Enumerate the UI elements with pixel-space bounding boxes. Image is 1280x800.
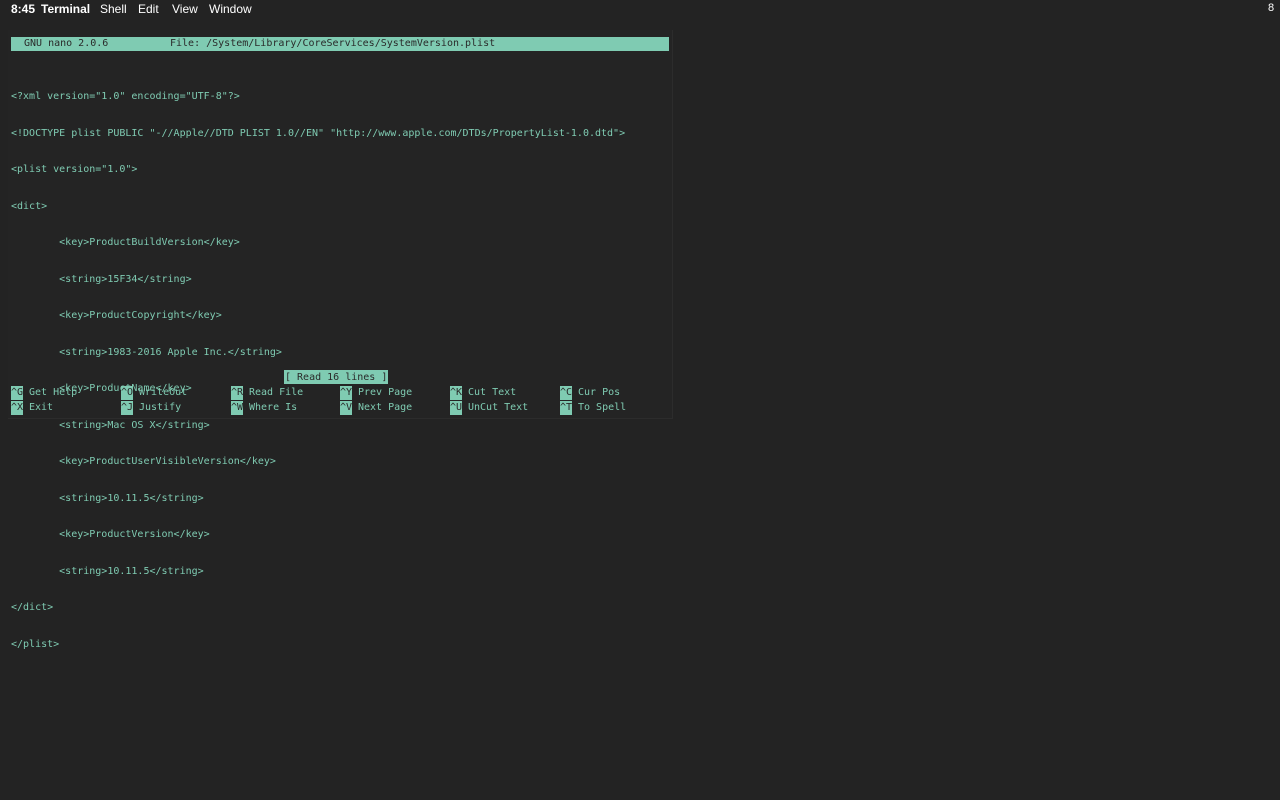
shortcut-justify[interactable]: ^J Justify <box>121 401 181 415</box>
editor-line: <plist version="1.0"> <box>11 164 138 175</box>
status-message: [ Read 16 lines ] <box>284 370 389 384</box>
editor-line: <string>Mac OS X</string> <box>11 419 210 431</box>
shortcut-bar: ^G Get Help ^O WriteOut ^R Read File ^Y Prev… <box>11 386 669 415</box>
menu-edit[interactable]: Edit <box>138 2 159 16</box>
shortcut-cur-pos[interactable]: ^C Cur Pos <box>560 386 620 400</box>
shortcut-where-is[interactable]: ^W Where Is <box>231 401 297 415</box>
shortcut-label: Exit <box>29 402 54 413</box>
shortcut-key: ^V <box>340 401 353 415</box>
shortcut-label: Prev Page <box>358 387 413 398</box>
shortcut-key: ^G <box>11 386 24 400</box>
editor-line: </plist> <box>11 638 60 650</box>
editor-line: <key>ProductCopyright</key> <box>11 310 222 321</box>
shortcut-label: Where Is <box>249 402 298 413</box>
shortcut-label: To Spell <box>578 402 627 413</box>
menubar-status-indicator: 8 <box>1268 2 1275 14</box>
shortcut-key: ^R <box>231 386 244 400</box>
editor-line: <string>15F34</string> <box>11 273 192 285</box>
shortcut-key: ^T <box>560 401 573 415</box>
shortcut-label: Cut Text <box>468 387 517 398</box>
shortcut-key: ^W <box>231 401 244 415</box>
nano-title-bar: GNU nano 2.0.6 File: /System/Library/Cor… <box>11 37 669 51</box>
editor-line: <string>1983-2016 Apple Inc.</string> <box>11 346 282 358</box>
menu-bar: 8:45 Terminal Shell Edit View Window 8 <box>0 0 1280 17</box>
shortcut-next-page[interactable]: ^V Next Page <box>340 401 412 415</box>
nano-version: GNU nano 2.0.6 <box>24 38 109 49</box>
menu-shell[interactable]: Shell <box>100 2 127 16</box>
shortcut-key: ^C <box>560 386 573 400</box>
shortcut-read-file[interactable]: ^R Read File <box>231 386 303 400</box>
editor-line: <!DOCTYPE plist PUBLIC "-//Apple//DTD PL… <box>11 127 626 139</box>
shortcut-uncut-text[interactable]: ^U UnCut Text <box>450 401 528 415</box>
editor-line: <?xml version="1.0" encoding="UTF-8"?> <box>11 91 240 102</box>
shortcut-key: ^X <box>11 401 24 415</box>
shortcut-key: ^J <box>121 401 134 415</box>
shortcut-label: Next Page <box>358 402 413 413</box>
shortcut-label: WriteOut <box>139 387 188 398</box>
editor-line: <string>10.11.5</string> <box>11 565 204 577</box>
menubar-clock: 8:45 <box>11 2 36 16</box>
shortcut-label: Read File <box>249 387 304 398</box>
shortcut-to-spell[interactable]: ^T To Spell <box>560 401 626 415</box>
shortcut-exit[interactable]: ^X Exit <box>11 401 53 415</box>
shortcut-label: Get Help <box>29 387 78 398</box>
nano-file-path: File: /System/Library/CoreServices/Syste… <box>170 38 496 49</box>
editor-line: </dict> <box>11 602 54 613</box>
shortcut-cut-text[interactable]: ^K Cut Text <box>450 386 516 400</box>
shortcut-key: ^U <box>450 401 463 415</box>
menu-view[interactable]: View <box>172 2 198 16</box>
editor-line: <key>ProductBuildVersion</key> <box>11 237 240 248</box>
editor-line: <dict> <box>11 200 48 212</box>
shortcut-key: ^Y <box>340 386 353 400</box>
editor-line: <string>10.11.5</string> <box>11 492 204 504</box>
menu-app-terminal[interactable]: Terminal <box>41 2 90 16</box>
shortcut-label: UnCut Text <box>468 402 529 413</box>
editor-line: <key>ProductUserVisibleVersion</key> <box>11 456 276 467</box>
shortcut-prev-page[interactable]: ^Y Prev Page <box>340 386 412 400</box>
menu-window[interactable]: Window <box>209 2 252 16</box>
shortcut-key: ^K <box>450 386 463 400</box>
shortcut-key: ^O <box>121 386 134 400</box>
shortcut-label: Justify <box>139 402 182 413</box>
shortcut-label: Cur Pos <box>578 387 621 398</box>
terminal-window[interactable]: GNU nano 2.0.6 File: /System/Library/Cor… <box>8 30 673 650</box>
shortcut-writeout[interactable]: ^O WriteOut <box>121 386 187 400</box>
shortcut-get-help[interactable]: ^G Get Help <box>11 386 77 400</box>
editor-line: <key>ProductVersion</key> <box>11 529 210 540</box>
